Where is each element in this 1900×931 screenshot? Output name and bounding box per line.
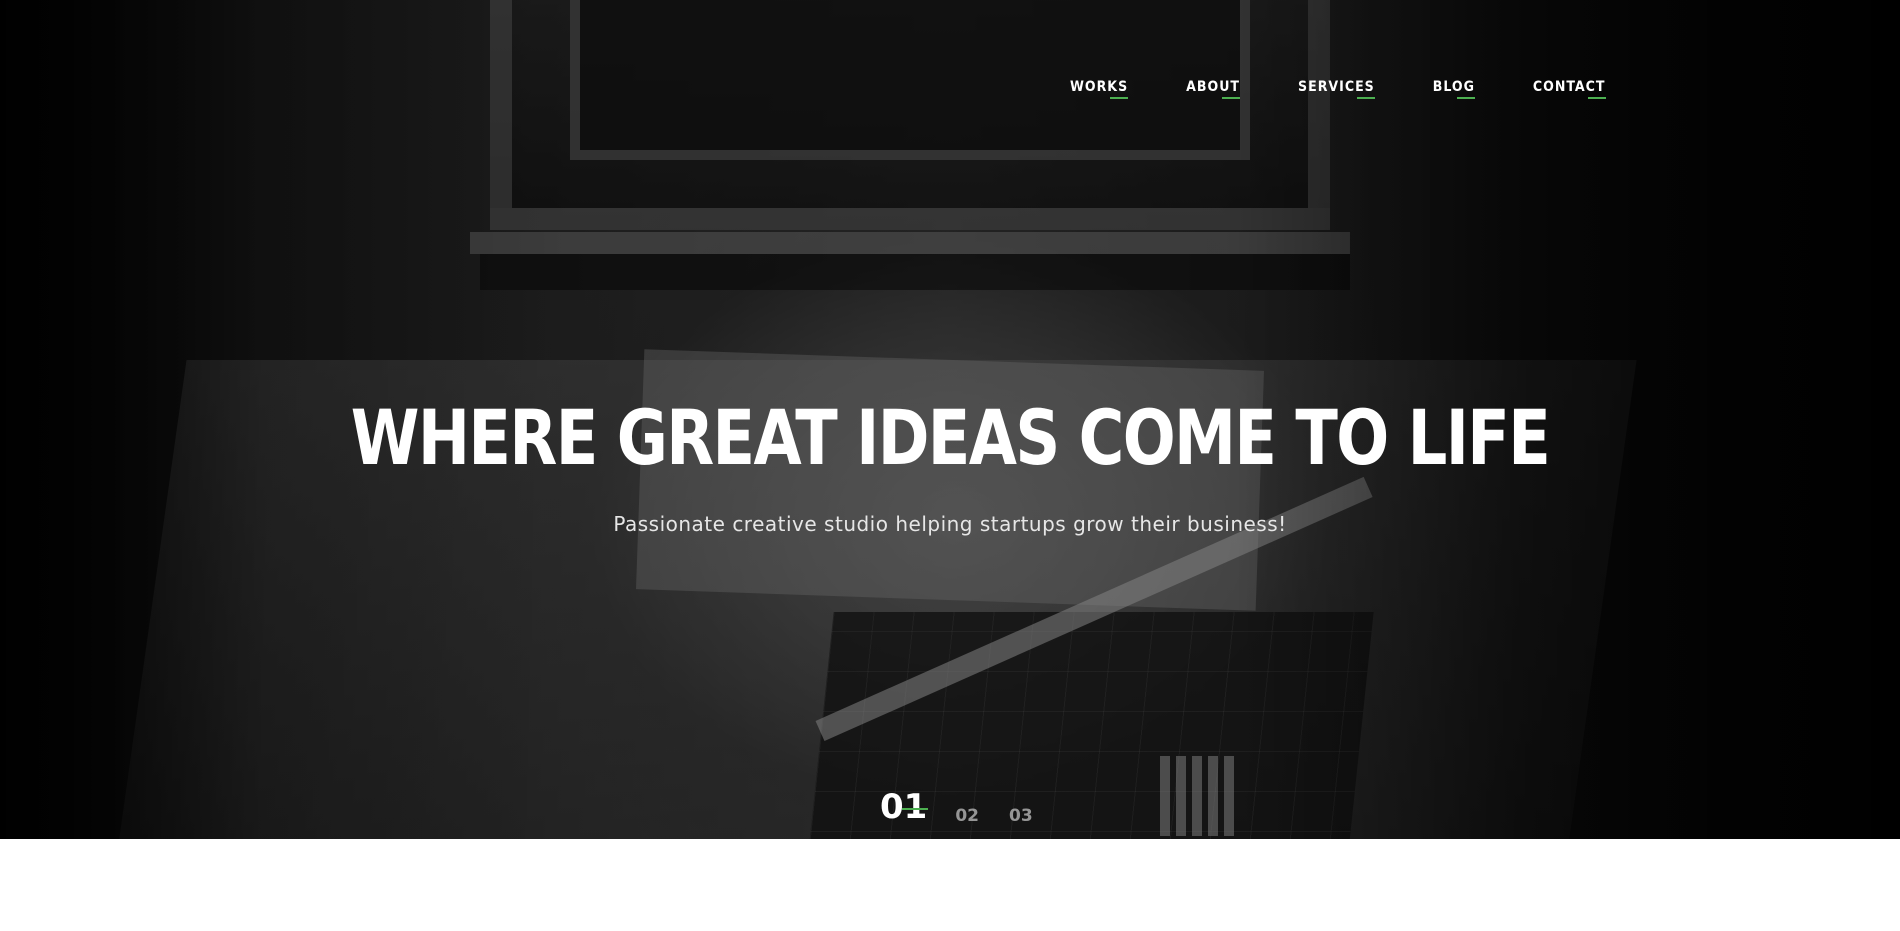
nav-item-contact[interactable]: CONTACT — [1533, 79, 1606, 99]
slider-pagination: 01 02 03 — [880, 788, 1063, 826]
hero-title: WHERE GREAT IDEAS COME TO LIFE — [350, 393, 1551, 482]
hero-section: WORKS ABOUT SERVICES BLOG CONTACT WHERE … — [0, 0, 1900, 839]
nav-item-about[interactable]: ABOUT — [1186, 79, 1240, 99]
slide-indicator-01[interactable]: 01 — [880, 788, 929, 826]
slide-indicator-02[interactable]: 02 — [955, 806, 979, 826]
slide-indicator-03[interactable]: 03 — [1009, 806, 1033, 826]
nav-item-blog[interactable]: BLOG — [1433, 79, 1476, 99]
nav-item-services[interactable]: SERVICES — [1298, 79, 1375, 99]
nav-item-works[interactable]: WORKS — [1070, 79, 1129, 99]
main-navigation: WORKS ABOUT SERVICES BLOG CONTACT — [1070, 79, 1606, 99]
hero-subtitle: Passionate creative studio helping start… — [613, 512, 1287, 536]
